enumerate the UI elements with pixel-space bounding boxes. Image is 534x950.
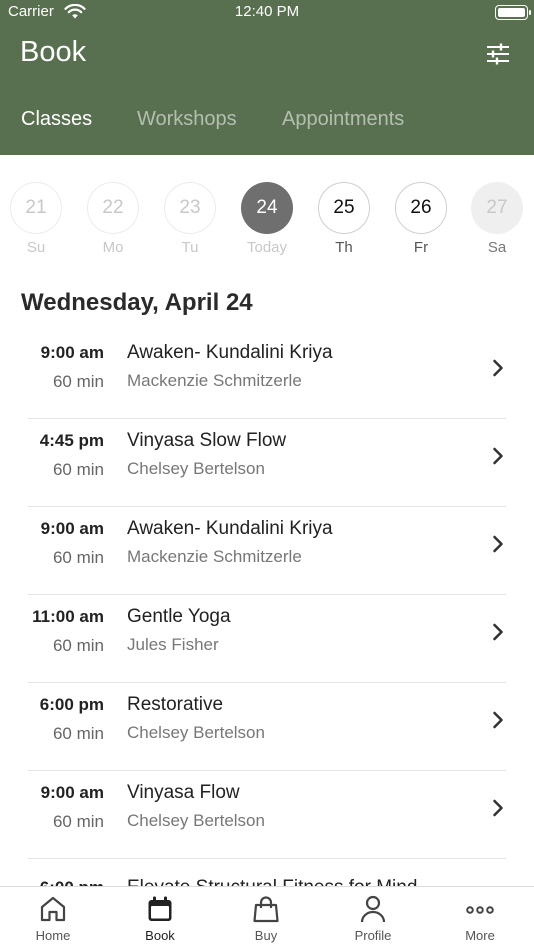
class-name: Awaken- Kundalini Kriya bbox=[127, 342, 333, 363]
class-name: Restorative bbox=[127, 694, 224, 715]
day-label: Fr bbox=[413, 239, 429, 256]
status-time: 12:40 PM bbox=[234, 3, 300, 20]
class-row[interactable]: 6:00 pm 60 min Restorative Chelsey Berte… bbox=[0, 683, 534, 771]
day-label: Su bbox=[26, 239, 46, 256]
tabbar-label: Book bbox=[145, 928, 175, 943]
tab-appointments[interactable]: Appointments bbox=[282, 108, 404, 131]
chevron-right-icon bbox=[492, 359, 504, 382]
class-instructor: Jules Fisher bbox=[127, 635, 219, 654]
tabbar-home[interactable]: Home bbox=[13, 895, 93, 943]
tabbar-profile[interactable]: Profile bbox=[333, 895, 413, 943]
day-21[interactable]: 21 Su bbox=[9, 182, 63, 256]
class-time: 9:00 am bbox=[40, 783, 104, 802]
more-dots-icon bbox=[466, 906, 494, 914]
person-icon bbox=[360, 895, 386, 923]
day-22[interactable]: 22 Mo bbox=[86, 182, 140, 256]
bottom-tab-bar: Home Book Buy Profile More bbox=[0, 886, 534, 950]
tabbar-label: Buy bbox=[254, 928, 278, 943]
day-label: Th bbox=[335, 239, 353, 256]
page-title: Book bbox=[20, 36, 87, 68]
status-bar: Carrier 12:40 PM bbox=[0, 0, 534, 26]
class-name: Awaken- Kundalini Kriya bbox=[127, 518, 333, 539]
chevron-right-icon bbox=[492, 711, 504, 734]
day-label: Today bbox=[246, 239, 288, 256]
day-25[interactable]: 25 Th bbox=[317, 182, 371, 256]
class-duration: 60 min bbox=[52, 372, 104, 391]
class-duration: 60 min bbox=[52, 724, 104, 743]
day-label: Tu bbox=[181, 239, 199, 256]
class-name: Vinyasa Slow Flow bbox=[127, 430, 287, 451]
battery-icon bbox=[495, 5, 531, 20]
day-number: 22 bbox=[87, 182, 139, 234]
tabbar-label: Profile bbox=[354, 928, 392, 943]
row-divider bbox=[28, 858, 506, 859]
day-number: 25 bbox=[318, 182, 370, 234]
day-27[interactable]: 27 Sa bbox=[470, 182, 524, 256]
day-26[interactable]: 26 Fr bbox=[394, 182, 448, 256]
class-row[interactable]: 9:00 am 60 min Vinyasa Flow Chelsey Bert… bbox=[0, 771, 534, 859]
day-label: Sa bbox=[487, 239, 507, 256]
chevron-right-icon bbox=[492, 623, 504, 646]
class-instructor: Chelsey Bertelson bbox=[127, 811, 265, 830]
tab-classes[interactable]: Classes bbox=[21, 108, 92, 131]
class-instructor: Chelsey Bertelson bbox=[127, 459, 265, 478]
class-row[interactable]: 4:45 pm 60 min Vinyasa Slow Flow Chelsey… bbox=[0, 419, 534, 507]
class-time: 9:00 am bbox=[40, 519, 104, 538]
day-number: 27 bbox=[471, 182, 523, 234]
class-name: Gentle Yoga bbox=[127, 606, 231, 627]
class-instructor: Chelsey Bertelson bbox=[127, 723, 265, 742]
class-duration: 60 min bbox=[52, 548, 104, 567]
tabbar-label: Home bbox=[35, 928, 71, 943]
header: Carrier 12:40 PM Book Classes Workshops … bbox=[0, 0, 534, 155]
class-time: 4:45 pm bbox=[39, 431, 104, 450]
day-number: 21 bbox=[10, 182, 62, 234]
class-instructor: Mackenzie Schmitzerle bbox=[127, 371, 302, 390]
chevron-right-icon bbox=[492, 799, 504, 822]
day-24-selected[interactable]: 24 Today bbox=[240, 182, 294, 256]
class-instructor: Mackenzie Schmitzerle bbox=[127, 547, 302, 566]
class-duration: 60 min bbox=[52, 460, 104, 479]
tabbar-book[interactable]: Book bbox=[120, 895, 200, 943]
day-number: 26 bbox=[395, 182, 447, 234]
day-number: 24 bbox=[241, 182, 293, 234]
calendar-icon bbox=[148, 896, 172, 921]
tabbar-buy[interactable]: Buy bbox=[226, 895, 306, 943]
day-label: Mo bbox=[102, 239, 124, 256]
chevron-right-icon bbox=[492, 535, 504, 558]
class-duration: 60 min bbox=[52, 636, 104, 655]
day-number: 23 bbox=[164, 182, 216, 234]
class-time: 6:00 pm bbox=[39, 695, 104, 714]
filter-sliders-icon[interactable] bbox=[484, 42, 512, 66]
home-icon bbox=[40, 896, 66, 922]
class-row[interactable]: 9:00 am 60 min Awaken- Kundalini Kriya M… bbox=[0, 331, 534, 419]
date-heading: Wednesday, April 24 bbox=[21, 289, 253, 316]
class-row[interactable]: 11:00 am 60 min Gentle Yoga Jules Fisher bbox=[0, 595, 534, 683]
class-duration: 60 min bbox=[52, 812, 104, 831]
class-row[interactable]: 9:00 am 60 min Awaken- Kundalini Kriya M… bbox=[0, 507, 534, 595]
chevron-right-icon bbox=[492, 447, 504, 470]
shopping-bag-icon bbox=[253, 896, 279, 923]
tabbar-label: More bbox=[465, 928, 495, 943]
day-23[interactable]: 23 Tu bbox=[163, 182, 217, 256]
class-name: Vinyasa Flow bbox=[127, 782, 240, 803]
class-time: 9:00 am bbox=[40, 343, 104, 362]
tab-workshops[interactable]: Workshops bbox=[137, 108, 237, 131]
class-time: 11:00 am bbox=[32, 607, 104, 626]
tabbar-more[interactable]: More bbox=[440, 895, 520, 943]
